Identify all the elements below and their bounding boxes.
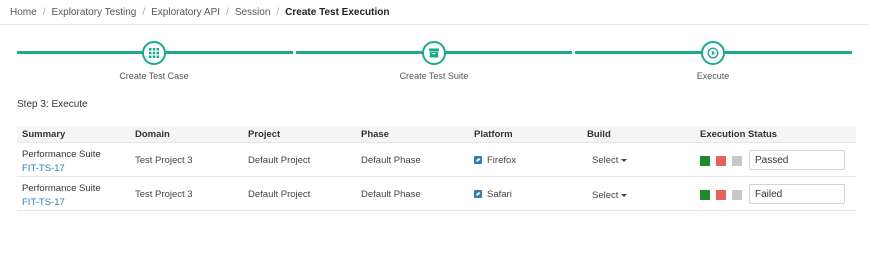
breadcrumb-session[interactable]: Session [235,7,271,18]
breadcrumb-separator: / [276,6,280,18]
step-label-create-test-case: Create Test Case [119,71,189,81]
breadcrumb-current-page: Create Test Execution [285,6,390,18]
step-label-execute: Execute [696,71,730,81]
platform-cell: Firefox [487,155,517,166]
edit-icon[interactable] [474,190,482,198]
column-header-summary: Summary [22,129,66,140]
build-select-label: Select [592,190,619,201]
test-suite-link[interactable]: FIT-TS-17 [22,163,65,174]
status-pass-button[interactable] [700,156,710,166]
build-select-label: Select [592,155,619,166]
breadcrumb-separator: / [142,6,146,18]
status-fail-button[interactable] [716,190,726,200]
header-divider [0,24,869,25]
column-header-platform: Platform [474,129,513,140]
column-header-domain: Domain [135,129,170,140]
caret-down-icon [621,193,628,197]
phase-cell: Default Phase [361,155,421,166]
column-header-execution-status: Execution Status [700,129,778,140]
step-create-test-case[interactable] [142,41,166,65]
section-title: Step 3: Execute [17,99,88,110]
phase-cell: Default Phase [361,189,421,200]
grid-icon [149,48,159,58]
archive-box-icon [429,48,439,58]
domain-cell: Test Project 3 [135,155,193,166]
project-cell: Default Project [248,155,311,166]
table-header: Summary Domain Project Phase Platform Bu… [17,126,856,143]
breadcrumb-exploratory-api[interactable]: Exploratory API [151,7,220,18]
status-pass-button[interactable] [700,190,710,200]
caret-down-icon [621,158,628,162]
status-fail-button[interactable] [716,156,726,166]
test-suite-link[interactable]: FIT-TS-17 [22,197,65,208]
column-header-project: Project [248,129,281,140]
breadcrumb-home[interactable]: Home [10,7,37,18]
summary-name: Performance Suite [22,149,101,160]
platform-cell: Safari [487,189,512,200]
domain-cell: Test Project 3 [135,189,193,200]
breadcrumb-separator: / [226,6,229,18]
column-header-build: Build [587,129,611,140]
build-select-dropdown[interactable]: Select [592,190,628,201]
breadcrumb-separator: / [42,6,46,18]
step-label-create-test-suite: Create Test Suite [399,71,469,81]
step-execute[interactable] [701,41,725,65]
edit-icon[interactable] [474,156,482,164]
execution-status-input[interactable] [749,150,845,170]
play-circle-icon [707,47,719,59]
breadcrumb-exploratory-testing[interactable]: Exploratory Testing [51,7,136,18]
project-cell: Default Project [248,189,311,200]
status-not-run-button[interactable] [732,190,742,200]
build-select-dropdown[interactable]: Select [592,155,628,166]
status-not-run-button[interactable] [732,156,742,166]
execution-status-input[interactable] [749,184,845,204]
column-header-phase: Phase [361,129,389,140]
step-create-test-suite[interactable] [422,41,446,65]
breadcrumb: Home / Exploratory Testing / Exploratory… [0,0,869,24]
table-row: Performance Suite FIT-TS-17 Test Project… [17,178,856,211]
summary-name: Performance Suite [22,183,101,194]
table-row: Performance Suite FIT-TS-17 Test Project… [17,144,856,177]
